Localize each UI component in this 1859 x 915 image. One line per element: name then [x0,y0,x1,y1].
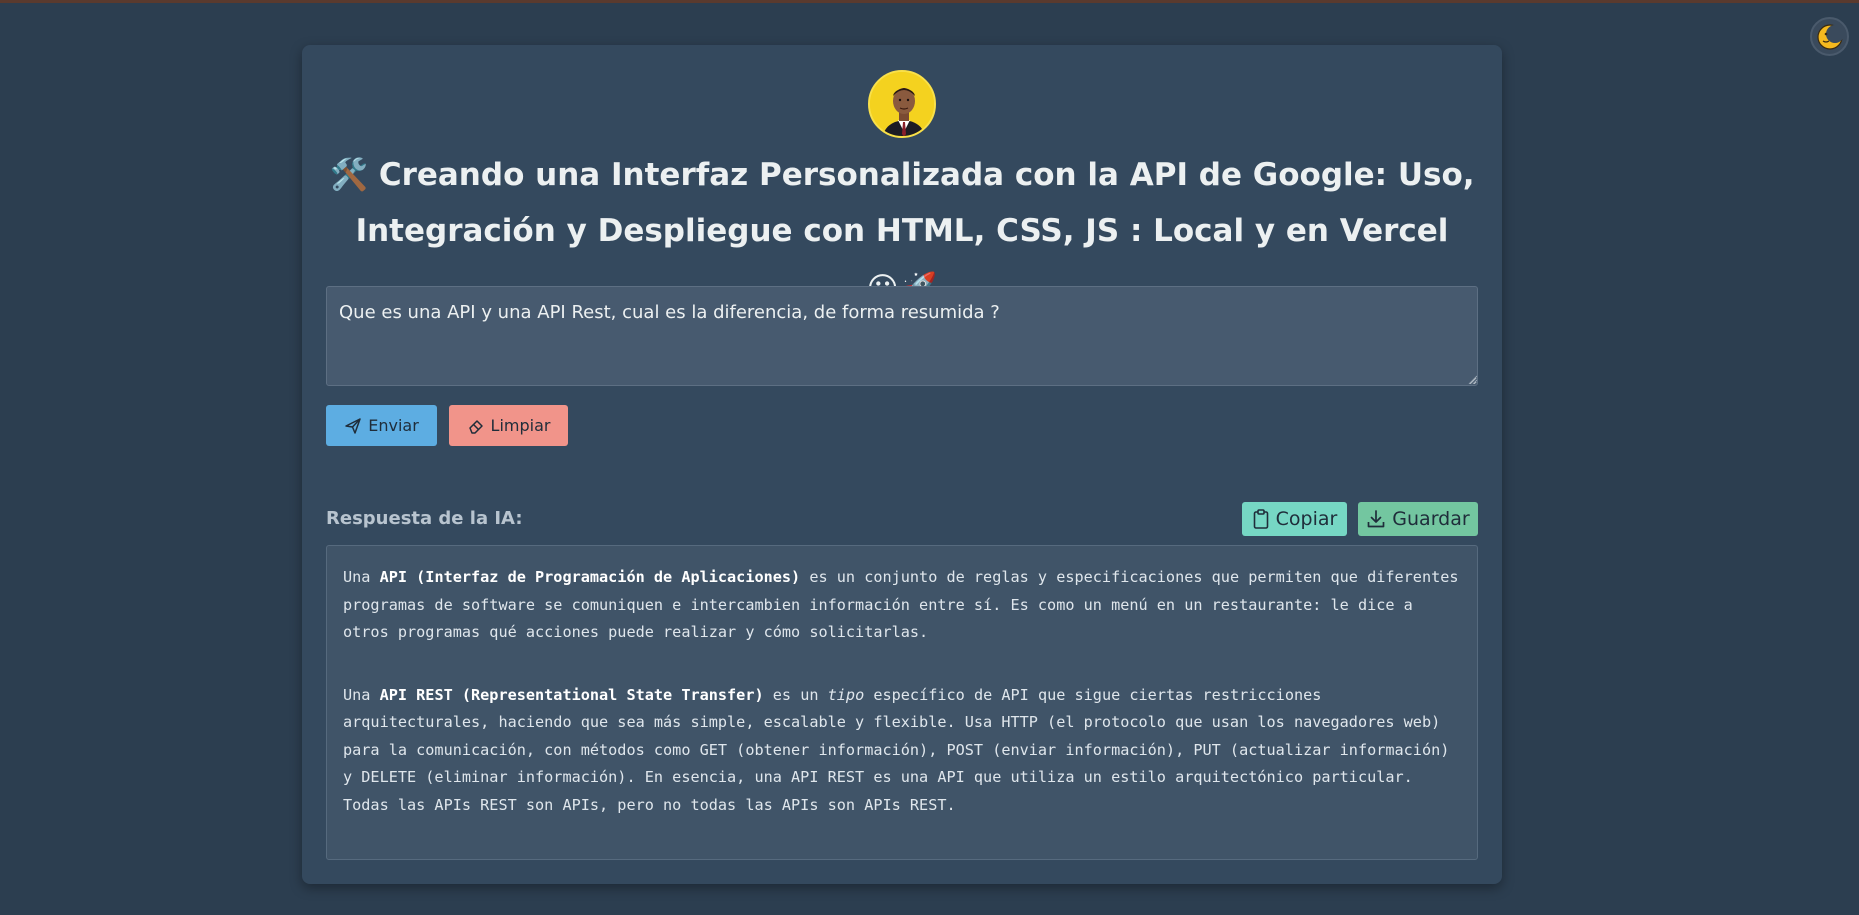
copy-button[interactable]: Copiar [1242,502,1347,536]
response-paragraph-1: Una API (Interfaz de Programación de Apl… [343,568,1459,641]
clear-button-label: Limpiar [490,416,551,435]
response-label: Respuesta de la IA: [326,508,523,529]
copy-button-label: Copiar [1275,508,1338,530]
main-card: 🛠️ Creando una Interfaz Personalizada co… [302,45,1502,884]
download-icon [1367,510,1385,528]
prompt-input[interactable] [326,286,1478,386]
avatar [868,70,936,138]
theme-toggle-button[interactable] [1810,17,1849,56]
send-button-label: Enviar [368,416,419,435]
clear-button[interactable]: Limpiar [449,405,568,446]
moon-icon [1816,23,1844,50]
title-line-2: Integración y Despliegue con HTML, CSS, … [355,213,1449,249]
resize-handle-icon[interactable] [1467,374,1477,384]
paper-plane-icon [345,417,361,434]
save-button-label: Guardar [1392,508,1470,530]
response-output: Una API (Interfaz de Programación de Apl… [326,545,1478,860]
clipboard-icon [1253,509,1268,529]
title-line-1: 🛠️ Creando una Interfaz Personalizada co… [329,157,1475,193]
send-button[interactable]: Enviar [326,405,437,446]
save-button[interactable]: Guardar [1358,502,1478,536]
eraser-icon [468,419,483,434]
response-paragraph-2: Una API REST (Representational State Tra… [343,685,1450,814]
top-accent-strip [0,0,1859,3]
